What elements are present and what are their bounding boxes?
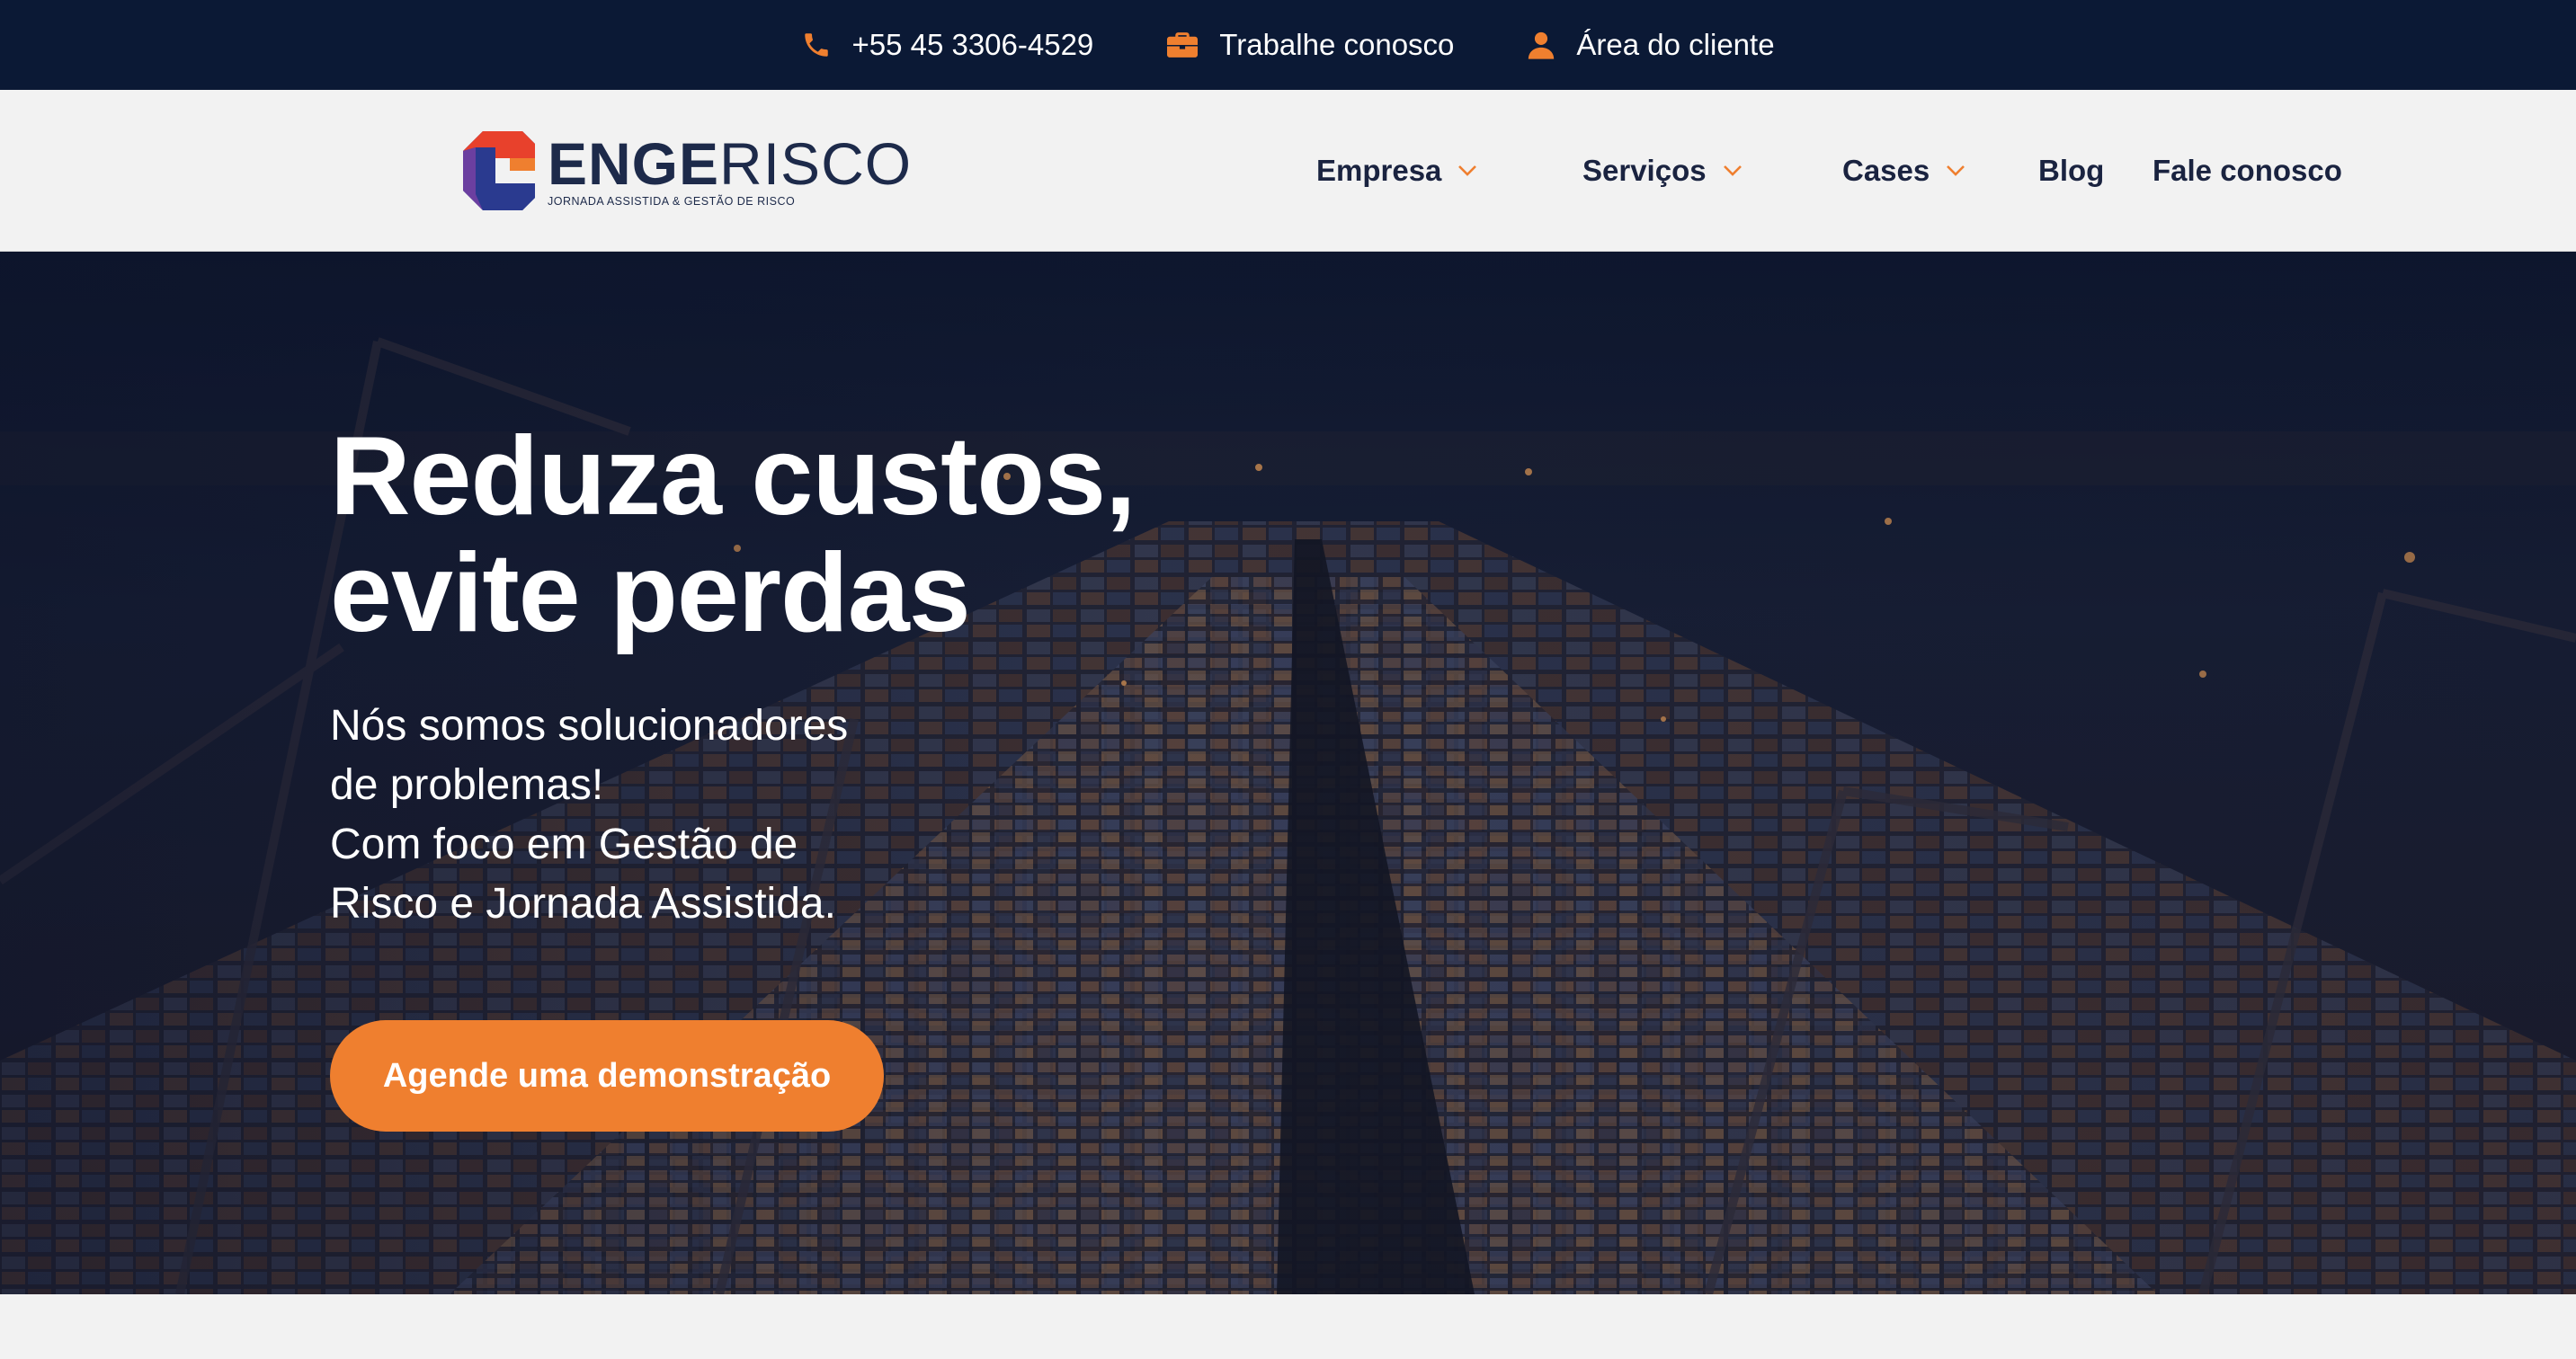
hero-sub-line1: Nós somos solucionadores (330, 702, 849, 750)
nav-blog-label: Blog (2038, 154, 2105, 187)
nav-servicos-label: Serviços (1582, 154, 1707, 187)
client-area-label: Área do cliente (1576, 28, 1775, 61)
phone-link[interactable]: +55 45 3306-4529 (801, 28, 1093, 62)
nav-empresa[interactable]: Empresa (1316, 154, 1477, 188)
logo-word-bold: ENGE (548, 130, 720, 197)
chevron-down-icon (1723, 165, 1742, 176)
main-header: ENGERISCO JORNADA ASSISTIDA & GESTÃO DE … (0, 90, 2576, 252)
careers-label: Trabalhe conosco (1219, 28, 1455, 61)
phone-number: +55 45 3306-4529 (851, 28, 1094, 61)
nav-servicos[interactable]: Serviços (1582, 154, 1743, 188)
nav-fale-conosco[interactable]: Fale conosco (2153, 154, 2342, 188)
user-icon (1529, 31, 1555, 59)
hero-section: Reduza custos, evite perdas Nós somos so… (0, 252, 2576, 1294)
schedule-demo-button[interactable]: Agende uma demonstração (330, 1020, 884, 1132)
nav-blog[interactable]: Blog (2038, 154, 2104, 188)
logo-tagline: JORNADA ASSISTIDA & GESTÃO DE RISCO (548, 195, 796, 208)
logo-mark-icon (463, 131, 535, 210)
nav-empresa-label: Empresa (1316, 154, 1442, 187)
hero-subtitle: Nós somos solucionadores de problemas! C… (330, 697, 1049, 934)
logo-wordmark: ENGERISCO (548, 134, 912, 193)
nav-fale-conosco-label: Fale conosco (2153, 154, 2342, 187)
hero-title-line1: Reduza custos, (330, 414, 1136, 538)
hero-title-line2: evite perdas (330, 531, 971, 655)
hero-sub-line3: Com foco em Gestão de (330, 821, 798, 868)
top-bar: +55 45 3306-4529 Trabalhe conosco Área d… (0, 0, 2576, 90)
careers-link[interactable]: Trabalhe conosco (1165, 28, 1454, 62)
chevron-down-icon (1947, 165, 1965, 176)
briefcase-icon (1167, 32, 1199, 58)
hero-title: Reduza custos, evite perdas (330, 418, 1409, 652)
section-divider (0, 1294, 2576, 1359)
logo-text: ENGERISCO JORNADA ASSISTIDA & GESTÃO DE … (548, 134, 912, 208)
client-area-link[interactable]: Área do cliente (1526, 28, 1775, 62)
logo-word-light: RISCO (719, 130, 913, 197)
nav-cases[interactable]: Cases (1842, 154, 1965, 188)
hero-sub-line4: Risco e Jornada Assistida. (330, 880, 836, 928)
logo[interactable]: ENGERISCO JORNADA ASSISTIDA & GESTÃO DE … (463, 129, 912, 212)
nav-cases-label: Cases (1842, 154, 1930, 187)
phone-icon (805, 33, 829, 57)
chevron-down-icon (1458, 165, 1477, 176)
hero-sub-line2: de problemas! (330, 761, 604, 809)
